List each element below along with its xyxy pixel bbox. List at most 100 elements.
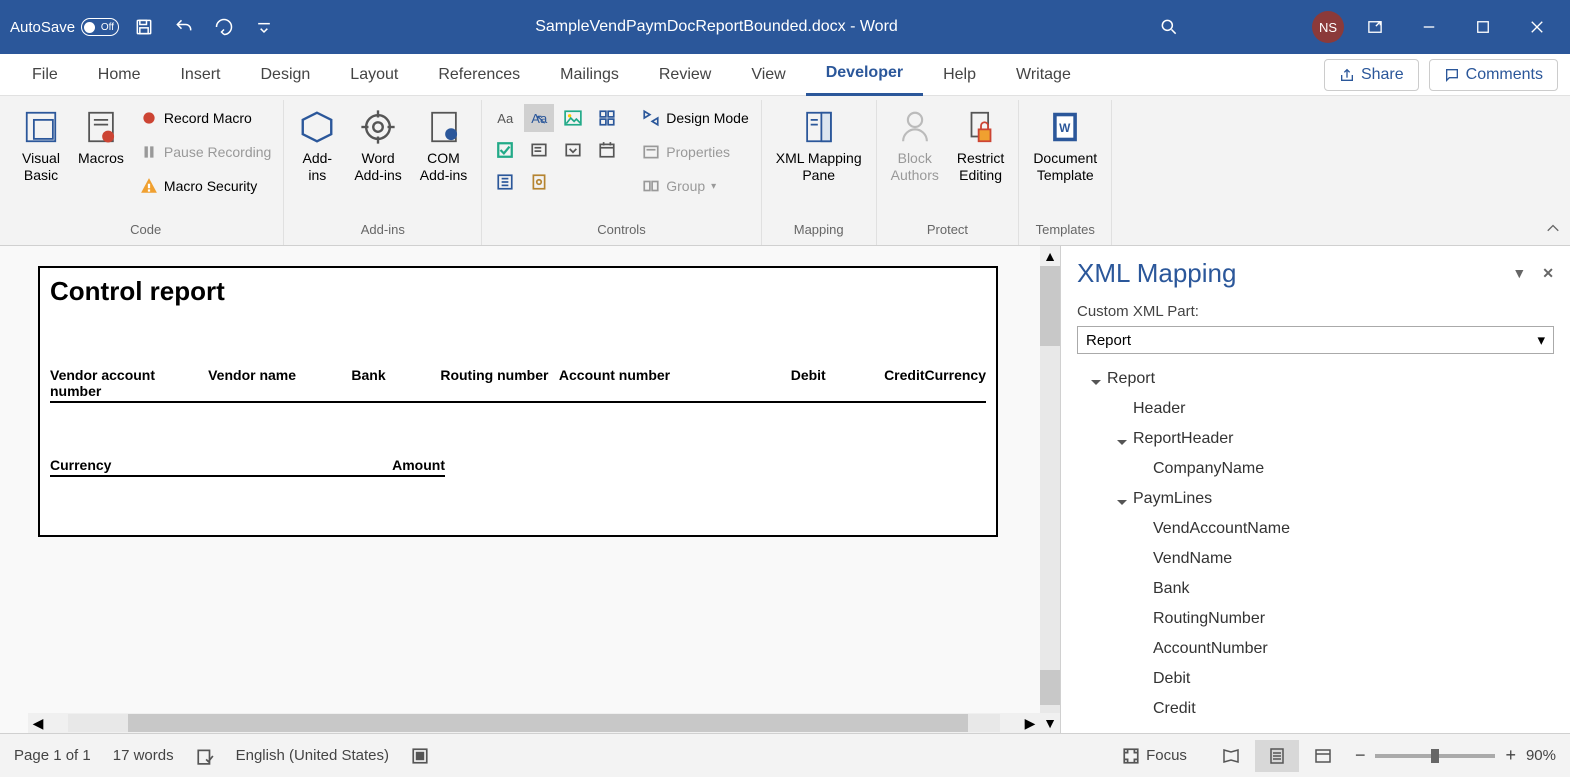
- macro-status-icon[interactable]: [411, 747, 429, 765]
- scroll-left-icon[interactable]: ◀: [28, 713, 48, 733]
- repeating-section-control-icon[interactable]: [490, 168, 520, 196]
- undo-icon[interactable]: [169, 12, 199, 42]
- tab-help[interactable]: Help: [923, 54, 996, 96]
- plain-text-control-icon[interactable]: Aa↖: [524, 104, 554, 132]
- tab-developer[interactable]: Developer: [806, 54, 923, 96]
- pane-options-icon[interactable]: ▼: [1512, 265, 1526, 282]
- rich-text-control-icon[interactable]: Aa: [490, 104, 520, 132]
- title-bar: AutoSave Off SampleVendPaymDocReportBoun…: [0, 0, 1570, 54]
- horizontal-scrollbar[interactable]: ◀ ▶: [28, 713, 1040, 733]
- group-templates: W Document Template Templates: [1019, 100, 1112, 245]
- scroll-down-icon[interactable]: ▼: [1040, 713, 1060, 733]
- addins-button[interactable]: Add- ins: [292, 104, 342, 188]
- restrict-editing-button[interactable]: Restrict Editing: [951, 104, 1010, 188]
- search-icon[interactable]: [1154, 12, 1184, 42]
- col-vendor-account: Vendor account number: [50, 367, 208, 399]
- tab-insert[interactable]: Insert: [160, 54, 240, 96]
- checkbox-control-icon[interactable]: [490, 136, 520, 164]
- dropdown-control-icon[interactable]: [558, 136, 588, 164]
- word-count[interactable]: 17 words: [113, 747, 174, 764]
- print-layout-icon[interactable]: [1255, 740, 1299, 772]
- group-mapping-label: Mapping: [794, 218, 844, 241]
- tab-writage[interactable]: Writage: [996, 54, 1091, 96]
- tab-layout[interactable]: Layout: [330, 54, 418, 96]
- tree-node-vend-account[interactable]: VendAccountName: [1077, 514, 1554, 544]
- zoom-in-icon[interactable]: +: [1505, 745, 1516, 766]
- comments-button[interactable]: Comments: [1429, 59, 1558, 91]
- custom-xml-select[interactable]: Report ▾: [1077, 326, 1554, 354]
- visual-basic-button[interactable]: Visual Basic: [16, 104, 66, 188]
- tree-node-paym-lines[interactable]: PaymLines: [1077, 484, 1554, 514]
- save-icon[interactable]: [129, 12, 159, 42]
- minimize-icon[interactable]: [1406, 11, 1452, 43]
- focus-mode-button[interactable]: Focus: [1122, 747, 1187, 765]
- redo-icon[interactable]: [209, 12, 239, 42]
- tab-home[interactable]: Home: [78, 54, 161, 96]
- properties-button: Properties: [638, 138, 753, 166]
- pause-recording-button: Pause Recording: [136, 138, 275, 166]
- tab-design[interactable]: Design: [240, 54, 330, 96]
- zoom-control[interactable]: − + 90%: [1355, 745, 1556, 766]
- custom-xml-label: Custom XML Part:: [1077, 303, 1554, 320]
- building-block-control-icon[interactable]: [592, 104, 622, 132]
- zoom-slider[interactable]: [1375, 754, 1495, 758]
- tree-node-account[interactable]: AccountNumber: [1077, 634, 1554, 664]
- language-status[interactable]: English (United States): [236, 747, 389, 764]
- tab-references[interactable]: References: [418, 54, 540, 96]
- record-macro-button[interactable]: Record Macro: [136, 104, 275, 132]
- picture-control-icon[interactable]: [558, 104, 588, 132]
- tab-mailings[interactable]: Mailings: [540, 54, 639, 96]
- document-page[interactable]: Control report Vendor account number Ven…: [38, 266, 998, 537]
- spell-check-icon[interactable]: [196, 747, 214, 765]
- group-code: Visual Basic Macros Record Macro Pause R…: [8, 100, 284, 245]
- document-template-button[interactable]: W Document Template: [1027, 104, 1103, 188]
- maximize-icon[interactable]: [1460, 11, 1506, 43]
- share-button[interactable]: Share: [1324, 59, 1419, 91]
- legacy-tools-icon[interactable]: [524, 168, 554, 196]
- tree-node-credit[interactable]: Credit: [1077, 694, 1554, 724]
- chevron-down-icon: ▾: [1537, 331, 1545, 349]
- group-addins-label: Add-ins: [361, 218, 405, 241]
- user-avatar[interactable]: NS: [1312, 11, 1344, 43]
- tree-node-vend-name[interactable]: VendName: [1077, 544, 1554, 574]
- scroll-up-icon[interactable]: ▲: [1040, 246, 1060, 266]
- design-mode-button[interactable]: Design Mode: [638, 104, 753, 132]
- main-area: Control report Vendor account number Ven…: [0, 246, 1570, 733]
- com-addins-button[interactable]: COM Add-ins: [414, 104, 473, 188]
- zoom-out-icon[interactable]: −: [1355, 745, 1366, 766]
- ribbon-display-icon[interactable]: [1352, 11, 1398, 43]
- autosave-toggle[interactable]: AutoSave Off: [10, 18, 119, 36]
- group-templates-label: Templates: [1036, 218, 1095, 241]
- vertical-scrollbar[interactable]: ▲ ▼: [1040, 246, 1060, 733]
- pane-close-icon[interactable]: ✕: [1542, 265, 1554, 282]
- collapse-ribbon-icon[interactable]: [1546, 222, 1560, 239]
- qat-customize-icon[interactable]: [249, 12, 279, 42]
- group-protect-label: Protect: [927, 218, 968, 241]
- tree-node-report[interactable]: Report: [1077, 364, 1554, 394]
- combo-box-control-icon[interactable]: [524, 136, 554, 164]
- macro-security-button[interactable]: Macro Security: [136, 172, 275, 200]
- tree-node-report-header[interactable]: ReportHeader: [1077, 424, 1554, 454]
- read-mode-icon[interactable]: [1209, 740, 1253, 772]
- share-label: Share: [1361, 66, 1404, 84]
- group-controls: Aa Aa↖ Design Mode Properties: [482, 100, 762, 245]
- page-status[interactable]: Page 1 of 1: [14, 747, 91, 764]
- tab-file[interactable]: File: [12, 54, 78, 96]
- col-credit: Credit: [826, 367, 925, 399]
- scroll-right-icon[interactable]: ▶: [1020, 713, 1040, 733]
- tab-view[interactable]: View: [731, 54, 805, 96]
- tree-node-header[interactable]: Header: [1077, 394, 1554, 424]
- date-picker-control-icon[interactable]: [592, 136, 622, 164]
- tree-node-debit[interactable]: Debit: [1077, 664, 1554, 694]
- tree-node-bank[interactable]: Bank: [1077, 574, 1554, 604]
- word-addins-button[interactable]: Word Add-ins: [348, 104, 407, 188]
- close-icon[interactable]: [1514, 11, 1560, 43]
- group-button: Group ▾: [638, 172, 753, 200]
- tree-node-company-name[interactable]: CompanyName: [1077, 454, 1554, 484]
- zoom-level[interactable]: 90%: [1526, 747, 1556, 764]
- web-layout-icon[interactable]: [1301, 740, 1345, 772]
- xml-mapping-pane-button[interactable]: XML Mapping Pane: [770, 104, 868, 188]
- tab-review[interactable]: Review: [639, 54, 731, 96]
- tree-node-routing[interactable]: RoutingNumber: [1077, 604, 1554, 634]
- macros-button[interactable]: Macros: [72, 104, 130, 171]
